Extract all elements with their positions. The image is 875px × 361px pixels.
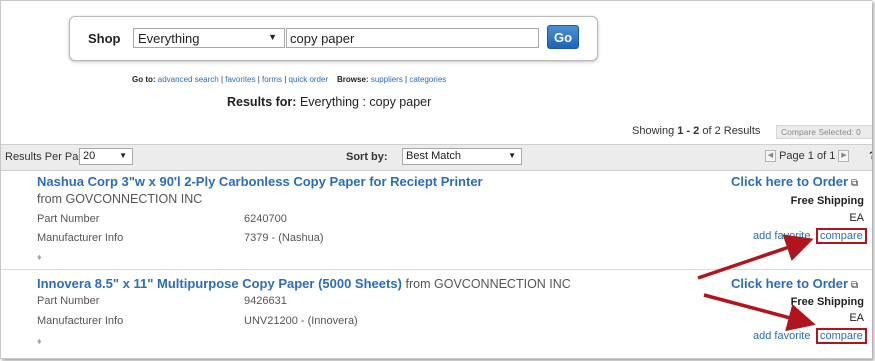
next-page-icon[interactable]: ▶	[838, 150, 850, 163]
results-for-heading: Results for: Everything : copy paper	[227, 95, 431, 109]
part-number-value: 9426631	[244, 295, 287, 307]
results-toolbar: Results Per Page 20 ▼ Sort by: Best Matc…	[1, 144, 872, 171]
chevron-down-icon: ▼	[508, 151, 516, 160]
results-per-page-label: Results Per Page	[5, 151, 91, 163]
part-number-value: 6240700	[244, 213, 287, 225]
product-title-link[interactable]: Innovera 8.5" x 11" Multipurpose Copy Pa…	[37, 276, 402, 291]
results-per-page-select[interactable]: 20 ▼	[79, 148, 133, 165]
shopping-page: Shop Everything ▼ Go Go to: advanced sea…	[0, 0, 872, 359]
goto-label: Go to:	[132, 75, 156, 84]
shop-scope-select[interactable]: Everything ▼	[133, 28, 285, 48]
advanced-search-link[interactable]: advanced search	[158, 75, 219, 84]
part-number-label: Part Number	[37, 213, 100, 225]
showing-prefix: Showing	[632, 125, 675, 137]
product-title-link[interactable]: Nashua Corp 3"w x 90'l 2-Ply Carbonless …	[37, 174, 483, 189]
search-input[interactable]	[286, 28, 539, 48]
pin-icon[interactable]: ♦	[37, 336, 42, 346]
showing-count: Showing 1 - 2 of 2 Results	[632, 125, 760, 137]
manufacturer-info-value: 7379 - (Nashua)	[244, 232, 324, 244]
click-to-order-label: Click here to Order	[731, 276, 849, 291]
page-indicator: Page 1 of 1	[779, 150, 836, 162]
suppliers-link[interactable]: suppliers	[371, 75, 403, 84]
result-item: Innovera 8.5" x 11" Multipurpose Copy Pa…	[1, 270, 872, 358]
add-favorite-link[interactable]: add favorite	[753, 230, 810, 242]
external-link-icon: ⧉	[851, 280, 859, 291]
supplier-text: from GOVCONNECTION INC	[405, 277, 571, 291]
previous-page-icon[interactable]: ◀	[765, 150, 776, 163]
free-shipping-label: Free Shipping	[790, 296, 864, 308]
unit-of-measure: EA	[849, 312, 864, 324]
manufacturer-info-label: Manufacturer Info	[37, 315, 124, 327]
compare-link[interactable]: compare	[816, 328, 867, 344]
part-number-label: Part Number	[37, 295, 100, 307]
free-shipping-label: Free Shipping	[790, 195, 864, 207]
results-for-value: Everything : copy paper	[299, 95, 432, 109]
pager: ◀ Page 1 of 1 ▶	[765, 150, 850, 163]
supplier-text: from GOVCONNECTION INC	[37, 192, 203, 206]
click-to-order-label: Click here to Order	[731, 174, 849, 189]
compare-link[interactable]: compare	[816, 228, 867, 244]
manufacturer-info-label: Manufacturer Info	[37, 232, 124, 244]
sort-by-value: Best Match	[406, 150, 462, 162]
showing-suffix: of 2 Results	[702, 125, 761, 137]
forms-link[interactable]: forms	[262, 75, 282, 84]
result-item: Nashua Corp 3"w x 90'l 2-Ply Carbonless …	[1, 169, 872, 270]
unit-of-measure: EA	[849, 212, 864, 224]
shop-scope-value: Everything	[138, 31, 200, 46]
pin-icon[interactable]: ♦	[37, 252, 42, 262]
favorites-link[interactable]: favorites	[225, 75, 255, 84]
browse-label: Browse:	[337, 75, 369, 84]
click-to-order-link[interactable]: Click here to Order ⧉	[731, 276, 858, 291]
goto-links: Go to: advanced search | favorites | for…	[132, 75, 447, 84]
quick-order-link[interactable]: quick order	[289, 75, 329, 84]
sort-by-select[interactable]: Best Match ▼	[402, 148, 522, 165]
sort-by-label: Sort by:	[346, 151, 388, 163]
chevron-down-icon: ▼	[119, 151, 127, 160]
chevron-down-icon: ▼	[268, 32, 277, 42]
compare-selected-button[interactable]: Compare Selected: 0	[776, 125, 872, 139]
add-favorite-link[interactable]: add favorite	[753, 330, 810, 342]
product-title-row: Innovera 8.5" x 11" Multipurpose Copy Pa…	[37, 276, 571, 291]
go-button[interactable]: Go	[547, 25, 579, 49]
shop-search-box: Shop Everything ▼ Go	[69, 16, 598, 61]
shop-label: Shop	[88, 31, 121, 46]
click-to-order-link[interactable]: Click here to Order ⧉	[731, 174, 858, 189]
showing-range: 1 - 2	[677, 125, 700, 137]
results-per-page-value: 20	[83, 150, 96, 162]
help-icon[interactable]: ?	[869, 150, 872, 162]
manufacturer-info-value: UNV21200 - (Innovera)	[244, 315, 358, 327]
external-link-icon: ⧉	[851, 178, 859, 189]
categories-link[interactable]: categories	[409, 75, 446, 84]
results-for-label: Results for:	[227, 95, 297, 109]
